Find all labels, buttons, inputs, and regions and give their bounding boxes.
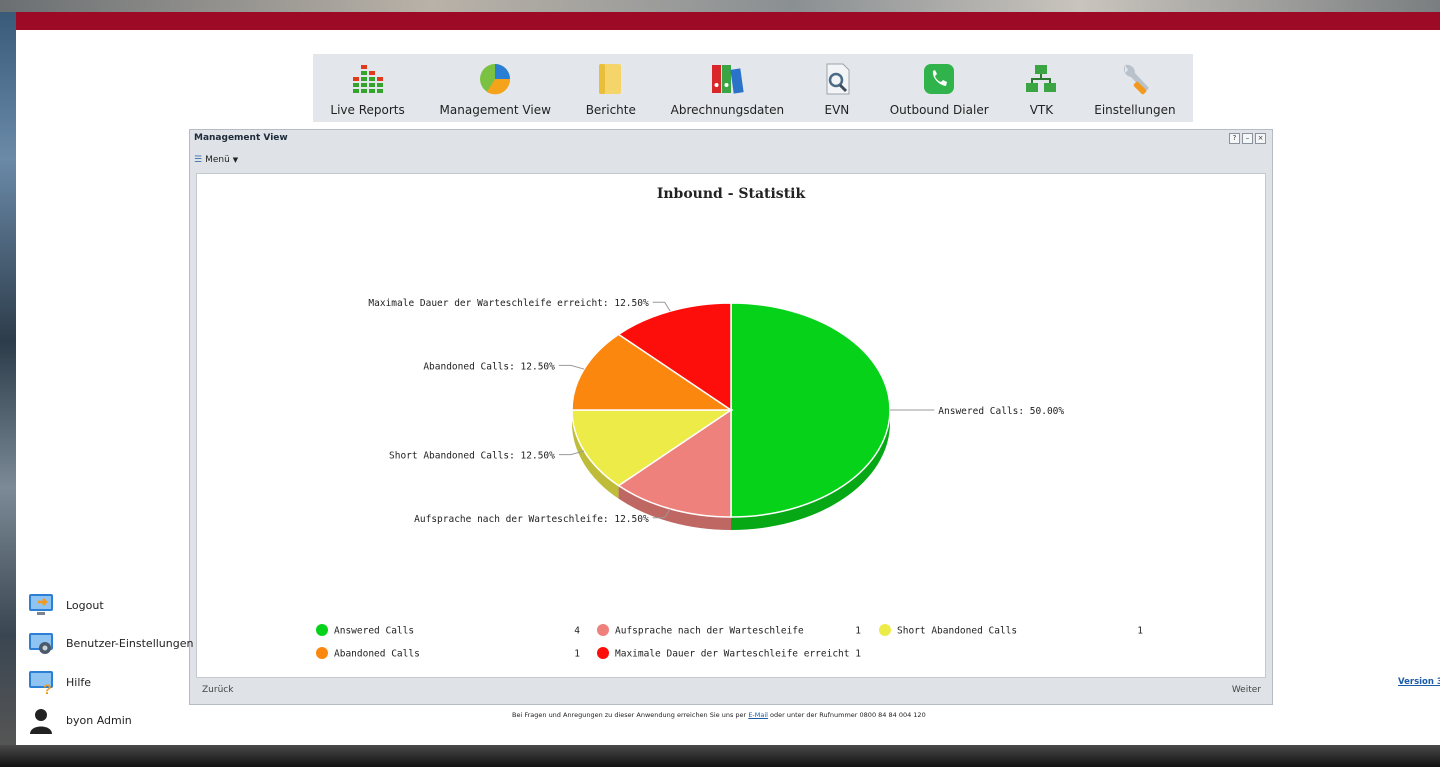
bar-chart-icon [352, 65, 383, 93]
legend-marker [597, 647, 609, 659]
legend-value: 1 [855, 649, 861, 660]
legend-label: Short Abandoned Calls [897, 626, 1017, 637]
chart-legend: Answered Calls 4 Aufsprache nach der Warte… [316, 624, 1143, 660]
sidebar-item-label: Hilfe [66, 675, 92, 689]
pie-chart: Answered Calls: 50.00% Aufsprache nach de… [316, 298, 1143, 660]
slice-data-label: Maximale Dauer der Warteschleife erreich… [368, 298, 649, 309]
folder-icon [598, 64, 621, 94]
nav-label: Berichte [585, 103, 636, 117]
legend-item[interactable]: Aufsprache nach der Warteschleife 1 [597, 624, 861, 637]
legend-label: Answered Calls [334, 626, 414, 637]
nav-label: Outbound Dialer [889, 103, 989, 117]
legend-marker [597, 624, 609, 636]
user-settings-icon [29, 632, 53, 654]
header-bar [16, 12, 1440, 30]
sidebar-item-label: byon Admin [66, 714, 132, 728]
sidebar-item-logout[interactable]: Logout [28, 586, 193, 625]
nav-outbound-dialer[interactable]: Outbound Dialer [890, 61, 989, 122]
nav-live-reports[interactable]: Live Reports [330, 61, 405, 122]
nav-management-view[interactable]: Management View [440, 61, 551, 122]
pie-chart-icon [480, 64, 511, 95]
logout-icon [29, 594, 53, 616]
window-title: Management View [194, 133, 288, 143]
legend-value: 1 [1137, 626, 1143, 637]
phone-icon [924, 64, 955, 94]
nav-label: VTK [1029, 103, 1054, 117]
chart-area: Inbound - Statistik Answered Calls: 50.0… [196, 173, 1266, 678]
user-icon [30, 708, 52, 734]
slice-data-label: Abandoned Calls: 12.50% [423, 361, 555, 372]
email-link[interactable]: E-Mail [748, 711, 768, 719]
background-photo-left [0, 12, 16, 745]
wrench-icon [1123, 64, 1149, 95]
legend-value: 4 [574, 626, 580, 637]
version-link[interactable]: Version 3 [1398, 677, 1440, 687]
legend-marker [879, 624, 891, 636]
background-photo-strip [0, 0, 1440, 12]
legend-item[interactable]: Abandoned Calls 1 [316, 647, 580, 660]
nav-vtk[interactable]: VTK [1023, 61, 1059, 122]
nav-abrechnungsdaten[interactable]: Abrechnungsdaten [671, 61, 784, 122]
nav-evn[interactable]: EVN [819, 61, 855, 122]
caret-down-icon: ▼ [232, 156, 239, 164]
legend-marker [316, 647, 328, 659]
pie-slice[interactable] [730, 302, 891, 518]
nav-label: Einstellungen [1094, 103, 1176, 117]
sidebar-item-label: Benutzer-Einstellungen [66, 637, 194, 651]
next-button[interactable]: Weiter [1232, 685, 1261, 695]
back-button[interactable]: Zurück [202, 685, 233, 695]
label-connector [558, 364, 585, 370]
user-sidebar: Logout Benutzer-Einstellungen ? Hilfe by… [28, 586, 193, 740]
main-navigation: Live Reports Management View Berichte Ab… [313, 54, 1193, 122]
slice-data-label: Short Abandoned Calls: 12.50% [389, 451, 555, 462]
label-connector [652, 301, 671, 312]
nav-label: Live Reports [330, 103, 405, 117]
nav-einstellungen[interactable]: Einstellungen [1094, 61, 1176, 122]
slice-data-label: Answered Calls: 50.00% [938, 406, 1064, 417]
menu-label: Menü [205, 155, 230, 165]
legend-value: 1 [574, 649, 580, 660]
legend-label: Abandoned Calls [334, 649, 420, 660]
legend-label: Aufsprache nach der Warteschleife [615, 626, 804, 637]
nav-berichte[interactable]: Berichte [586, 61, 636, 122]
sidebar-item-user[interactable]: byon Admin [28, 702, 193, 741]
footer-note: Bei Fragen und Anregungen zu dieser Anwe… [512, 711, 926, 719]
legend-item[interactable]: Short Abandoned Calls 1 [879, 624, 1143, 637]
management-view-window: Management View ? – × ☰ Menü ▼ Inbound -… [189, 129, 1273, 705]
slice-data-label: Aufsprache nach der Warteschleife: 12.50… [414, 514, 649, 525]
legend-item[interactable]: Answered Calls 4 [316, 624, 580, 637]
legend-item[interactable]: Maximale Dauer der Warteschleife erreich… [597, 647, 861, 660]
document-search-icon [826, 63, 850, 95]
legend-label: Maximale Dauer der Warteschleife erreich… [615, 649, 850, 660]
close-button[interactable]: × [1255, 133, 1266, 144]
help-icon: ? [29, 671, 53, 695]
help-button[interactable]: ? [1229, 133, 1240, 144]
footer-bar [0, 745, 1440, 767]
svg-text:?: ? [43, 681, 52, 695]
footer-text: oder unter der Rufnummer 0800 84 84 004 … [767, 711, 926, 719]
footer-text: Bei Fragen und Anregungen zu dieser Anwe… [512, 711, 749, 719]
binders-icon [712, 65, 745, 94]
network-icon [1026, 65, 1057, 92]
sidebar-item-help[interactable]: ? Hilfe [28, 663, 193, 702]
nav-label: Management View [439, 103, 551, 117]
legend-value: 1 [855, 626, 861, 637]
window-controls: ? – × [1229, 133, 1266, 144]
sidebar-item-label: Logout [66, 598, 104, 612]
nav-label: EVN [824, 103, 850, 117]
menu-list-icon: ☰ [194, 155, 203, 165]
nav-label: Abrechnungsdaten [670, 103, 785, 117]
minimize-button[interactable]: – [1242, 133, 1253, 144]
legend-marker [316, 624, 328, 636]
sidebar-item-user-settings[interactable]: Benutzer-Einstellungen [28, 625, 193, 664]
menu-button[interactable]: ☰ Menü ▼ [194, 155, 238, 165]
